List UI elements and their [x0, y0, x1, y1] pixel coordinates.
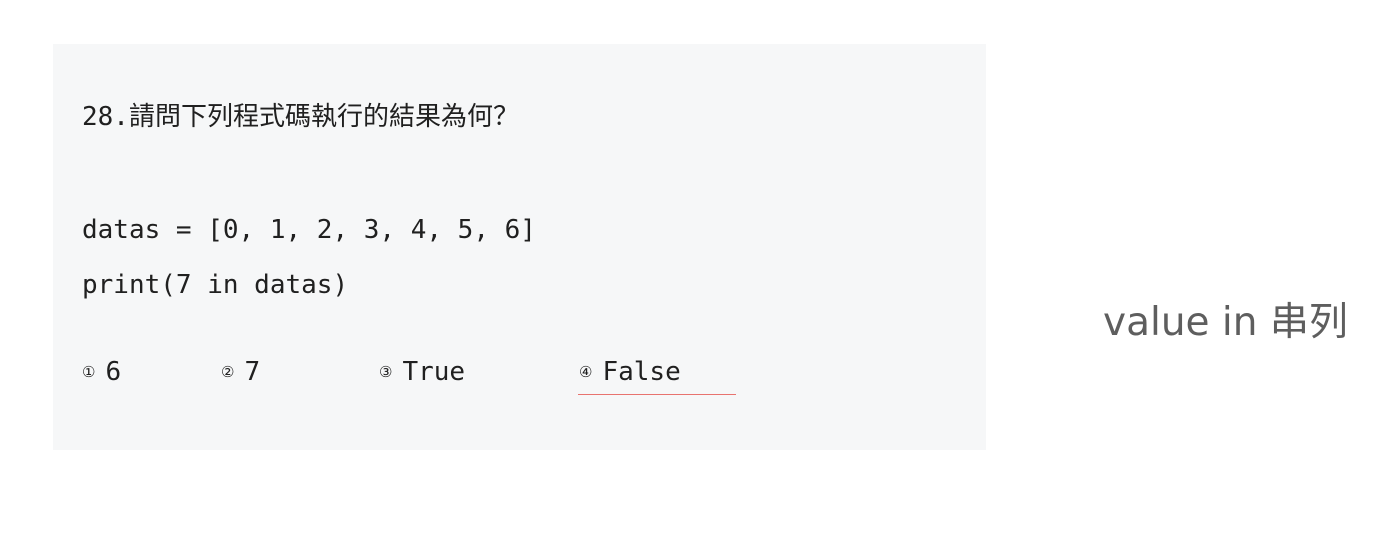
code-line: datas = [0, 1, 2, 3, 4, 5, 6] [82, 215, 536, 245]
option-number-mark: ④ [579, 363, 593, 381]
option-text: 7 [244, 357, 261, 387]
side-note: value in 串列 [1103, 300, 1348, 345]
answer-underline [578, 394, 736, 395]
option-text: True [402, 357, 466, 387]
question-panel: 28.請問下列程式碼執行的結果為何？ datas = [0, 1, 2, 3, … [53, 44, 986, 450]
option-number-mark: ③ [379, 363, 393, 381]
option-4: ④ False [579, 352, 681, 392]
code-line: print(7 in datas) [82, 270, 349, 300]
code-block: datas = [0, 1, 2, 3, 4, 5, 6] print(7 in… [82, 203, 536, 313]
option-number-mark: ② [221, 363, 235, 381]
option-text: 6 [105, 357, 122, 387]
options-row: ①6 ②7 ③ True ④ False [82, 352, 882, 392]
question-title: 28.請問下列程式碼執行的結果為何？ [82, 102, 519, 132]
option-text: False [602, 357, 681, 387]
option-number-mark: ① [82, 363, 96, 381]
page: 28.請問下列程式碼執行的結果為何？ datas = [0, 1, 2, 3, … [0, 0, 1395, 543]
option-3: ③ True [379, 352, 465, 392]
option-2: ②7 [221, 352, 260, 392]
option-1: ①6 [82, 352, 121, 392]
